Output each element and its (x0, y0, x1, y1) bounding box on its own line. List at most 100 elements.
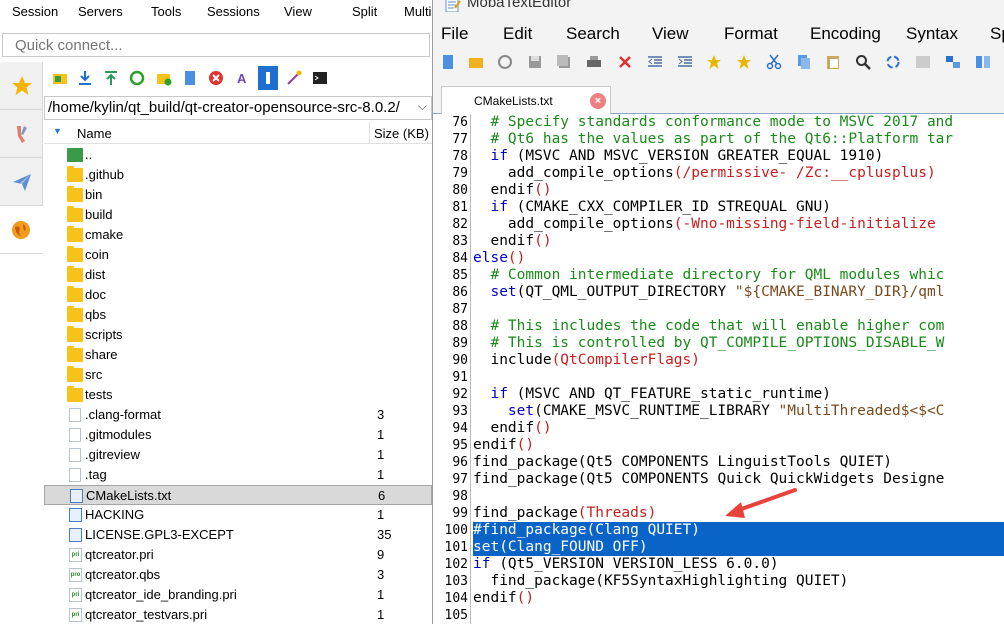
file-row[interactable]: src (44, 365, 432, 385)
cut-button[interactable] (765, 53, 783, 71)
reload-button[interactable] (496, 53, 514, 71)
sidetab-sftp[interactable] (0, 206, 43, 254)
file-row[interactable]: .github (44, 165, 432, 185)
split-view-button[interactable] (974, 53, 992, 71)
file-row[interactable]: .. (44, 145, 432, 165)
file-row[interactable]: scripts (44, 325, 432, 345)
code-line[interactable]: if (Qt5_VERSION VERSION_LESS 6.0.0) (473, 556, 1004, 573)
file-row[interactable]: dist (44, 265, 432, 285)
code-line-selected[interactable]: set(Clang_FOUND OFF) (473, 539, 1004, 556)
code-line[interactable]: endif() (473, 590, 1004, 607)
download-button[interactable] (75, 68, 95, 88)
new-file-button[interactable] (180, 68, 200, 88)
new-folder-button[interactable] (154, 68, 174, 88)
editor-menu-format[interactable]: Format (724, 24, 778, 44)
file-row[interactable]: .tag 1 (44, 465, 432, 485)
copy-button[interactable] (795, 53, 813, 71)
file-row[interactable]: pri qtcreator_testvars.pri 1 (44, 605, 432, 624)
column-divider[interactable] (369, 122, 370, 144)
refresh-button[interactable] (127, 68, 147, 88)
code-line[interactable]: find_package(Qt5 COMPONENTS LinguistTool… (473, 454, 1004, 471)
code-line[interactable]: endif() (473, 420, 1004, 437)
menu-view[interactable]: View (284, 4, 312, 19)
find-button[interactable] (854, 53, 872, 71)
open-terminal-button[interactable] (310, 68, 330, 88)
sidetab-sessions[interactable] (0, 62, 43, 110)
editor-menu-file[interactable]: File (441, 24, 468, 44)
close-doc-button[interactable] (616, 53, 634, 71)
file-row[interactable]: pro qtcreator.qbs 3 (44, 565, 432, 585)
code-line[interactable]: # This includes the code that will enabl… (473, 318, 1004, 335)
bookmark-button[interactable] (735, 53, 753, 71)
delete-button[interactable] (206, 68, 226, 88)
menu-tools[interactable]: Tools (151, 4, 181, 19)
tab-close-icon[interactable]: × (590, 93, 606, 109)
code-line[interactable]: set(QT_QML_OUTPUT_DIRECTORY "${CMAKE_BIN… (473, 284, 1004, 301)
file-row[interactable]: .gitmodules 1 (44, 425, 432, 445)
chevron-down-icon[interactable]: ⌵ (418, 99, 427, 114)
bookmark-add-button[interactable] (705, 53, 723, 71)
code-line[interactable]: else() (473, 250, 1004, 267)
editor-menu-special[interactable]: Sp (990, 24, 1004, 44)
code-line[interactable]: set(CMAKE_MSVC_RUNTIME_LIBRARY "MultiThr… (473, 403, 1004, 420)
path-bar[interactable]: /home/kylin/qt_build/qt-creator-opensour… (44, 96, 432, 120)
editor-menu-edit[interactable]: Edit (503, 24, 532, 44)
save-button[interactable] (526, 53, 544, 71)
menu-multi[interactable]: Multi (404, 4, 431, 19)
code-line[interactable]: # This is controlled by QT_COMPILE_OPTIO… (473, 335, 1004, 352)
file-row[interactable]: coin (44, 245, 432, 265)
file-row[interactable]: LICENSE.GPL3-EXCEPT 35 (44, 525, 432, 545)
open-button[interactable] (467, 53, 485, 71)
indent-button[interactable] (676, 53, 694, 71)
file-row[interactable]: doc (44, 285, 432, 305)
editor-menu-encoding[interactable]: Encoding (810, 24, 881, 44)
sidetab-macros[interactable] (0, 158, 43, 206)
code-line[interactable]: endif() (473, 182, 1004, 199)
file-row[interactable]: build (44, 205, 432, 225)
column-name[interactable]: Name (77, 126, 112, 141)
file-row[interactable]: pri qtcreator_ide_branding.pri 1 (44, 585, 432, 605)
toggle-panel-button[interactable] (914, 53, 932, 71)
quick-connect-input[interactable] (3, 34, 429, 56)
code-line[interactable]: if (MSVC AND MSVC_VERSION GREATER_EQUAL … (473, 148, 1004, 165)
code-line[interactable]: if (CMAKE_CXX_COMPILER_ID STREQUAL GNU) (473, 199, 1004, 216)
file-row[interactable]: share (44, 345, 432, 365)
code-line[interactable] (473, 301, 1004, 318)
file-row[interactable]: bin (44, 185, 432, 205)
editor-menu-syntax[interactable]: Syntax (906, 24, 958, 44)
editor-menu-search[interactable]: Search (566, 24, 620, 44)
upload-button[interactable] (101, 68, 121, 88)
code-area[interactable]: # Specify standards conformance mode to … (473, 114, 1004, 624)
menu-servers[interactable]: Servers (78, 4, 123, 19)
file-row[interactable]: HACKING 1 (44, 505, 432, 525)
up-folder-button[interactable] (50, 68, 70, 88)
file-row[interactable]: .gitreview 1 (44, 445, 432, 465)
editor-body[interactable]: 76 77 78 79 80 81 82 83 84 85 86 87 88 89 90 91 92 93 94 95… (433, 114, 1004, 624)
save-all-button[interactable] (555, 53, 573, 71)
menu-split[interactable]: Split (352, 4, 377, 19)
replace-button[interactable] (884, 53, 902, 71)
file-row[interactable]: cmake (44, 225, 432, 245)
code-line[interactable]: # Specify standards conformance mode to … (473, 114, 1004, 131)
code-line[interactable]: add_compile_options(-Wno-missing-field-i… (473, 216, 1004, 233)
file-row[interactable]: CMakeLists.txt 6 (44, 485, 432, 505)
unindent-button[interactable] (646, 53, 664, 71)
new-doc-button[interactable] (439, 53, 457, 71)
code-line[interactable] (473, 607, 1004, 624)
print-button[interactable] (585, 53, 603, 71)
follow-terminal-button[interactable] (284, 68, 304, 88)
file-row[interactable]: tests (44, 385, 432, 405)
code-line[interactable]: endif() (473, 437, 1004, 454)
quick-connect-box[interactable] (2, 33, 430, 57)
sort-arrow-icon[interactable]: ▼ (53, 126, 62, 136)
menu-sessions[interactable]: Sessions (207, 4, 260, 19)
permissions-button[interactable] (258, 66, 278, 90)
tab-cmakelists[interactable]: CMakeLists.txt × (441, 86, 611, 114)
file-row[interactable]: pri qtcreator.pri 9 (44, 545, 432, 565)
file-row[interactable]: qbs (44, 305, 432, 325)
sidetab-tools[interactable] (0, 110, 43, 158)
code-line[interactable]: include(QtCompilerFlags) (473, 352, 1004, 369)
code-line[interactable]: add_compile_options(/permissive- /Zc:__c… (473, 165, 1004, 182)
code-line[interactable] (473, 369, 1004, 386)
code-line[interactable]: if (MSVC AND QT_FEATURE_static_runtime) (473, 386, 1004, 403)
